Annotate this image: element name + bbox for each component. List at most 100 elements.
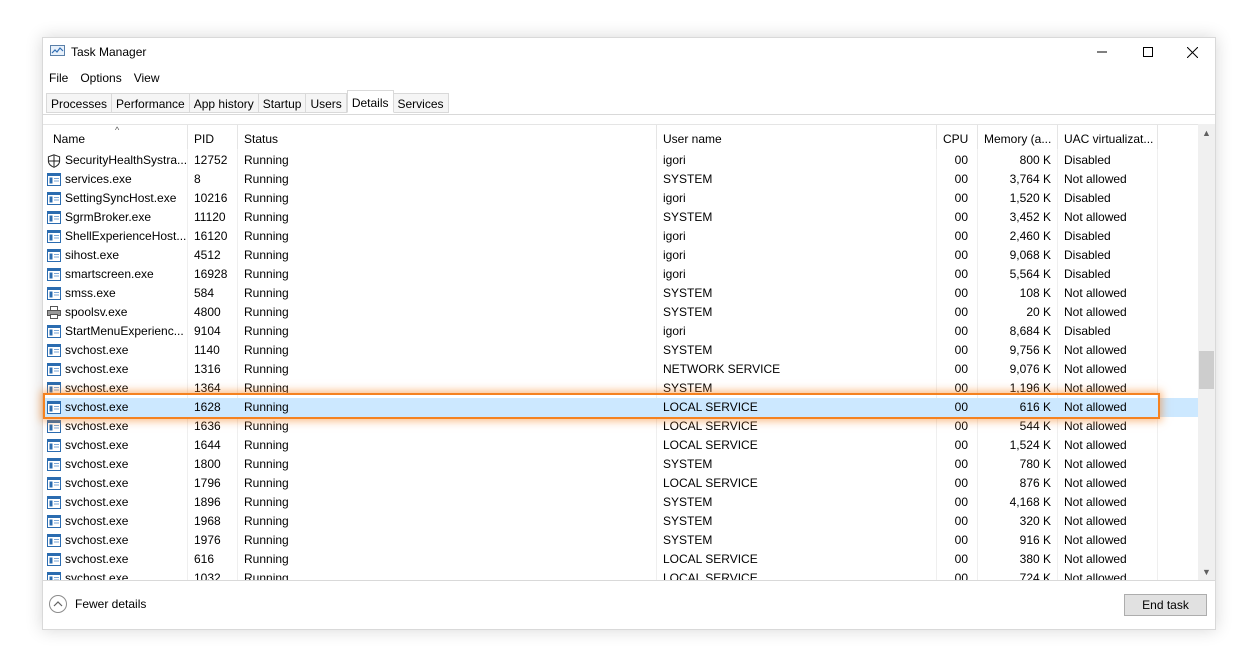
cell-cpu: 00	[954, 191, 968, 205]
table-body: SecurityHealthSystra... 12752 Running igori…	[43, 151, 1198, 581]
column-header-cpu[interactable]: CPU	[937, 125, 978, 149]
close-button[interactable]	[1169, 38, 1215, 66]
table-row[interactable]: svchost.exe 616 Running LOCAL SERVICE 00 380 …	[43, 550, 1198, 569]
cell-pid: 8	[194, 172, 201, 186]
table-row[interactable]: svchost.exe 1968 Running SYSTEM 00 320 K Not a…	[43, 512, 1198, 531]
table-row[interactable]: svchost.exe 1140 Running SYSTEM 00 9,756 K Not…	[43, 341, 1198, 360]
cell-pid: 1644	[194, 438, 221, 452]
table-row[interactable]: SettingSyncHost.exe 10216 Running igori 00 1,…	[43, 189, 1198, 208]
cell-pid: 16120	[194, 229, 228, 243]
cell-pid: 16928	[194, 267, 228, 281]
tab-startup[interactable]: Startup	[258, 93, 307, 113]
cell-pid: 1316	[194, 362, 221, 376]
maximize-icon	[1143, 47, 1153, 57]
cell-name: svchost.exe	[65, 400, 129, 414]
column-header-user-name[interactable]: User name	[657, 125, 937, 149]
cell-cpu: 00	[954, 229, 968, 243]
table-row[interactable]: svchost.exe 1976 Running SYSTEM 00 916 K Not a…	[43, 531, 1198, 550]
column-header-memory[interactable]: Memory (a...	[978, 125, 1058, 149]
end-task-button[interactable]: End task	[1124, 594, 1207, 616]
cell-pid: 4800	[194, 305, 221, 319]
cell-name: spoolsv.exe	[65, 305, 128, 319]
cell-pid: 616	[194, 552, 215, 566]
table-row[interactable]: svchost.exe 1316 Running NETWORK SERVICE 00 9…	[43, 360, 1198, 379]
tab-users[interactable]: Users	[306, 93, 347, 113]
cell-memory: 380 K	[1019, 552, 1051, 566]
cell-cpu: 00	[954, 343, 968, 357]
title-bar[interactable]: Task Manager	[43, 38, 1215, 66]
cell-pid: 12752	[194, 153, 228, 167]
cell-cpu: 00	[954, 286, 968, 300]
cell-memory: 876 K	[1019, 476, 1051, 490]
table-header: ^ Name PID Status User name CPU Memory (…	[43, 125, 1198, 149]
cell-memory: 2,460 K	[1009, 229, 1051, 243]
cell-status: Running	[244, 438, 289, 452]
table-row[interactable]: svchost.exe 1628 Running LOCAL SERVICE 00 616…	[43, 398, 1198, 417]
cell-cpu: 00	[954, 400, 968, 414]
menu-options[interactable]: Options	[74, 68, 127, 88]
table-row[interactable]: svchost.exe 1644 Running LOCAL SERVICE 00 1,5…	[43, 436, 1198, 455]
table-row[interactable]: sihost.exe 4512 Running igori 00 9,068 K Disab…	[43, 246, 1198, 265]
table-row[interactable]: SgrmBroker.exe 11120 Running SYSTEM 00 3,452 …	[43, 208, 1198, 227]
table-row[interactable]: spoolsv.exe 4800 Running SYSTEM 00 20 K Not al…	[43, 303, 1198, 322]
maximize-button[interactable]	[1125, 38, 1171, 66]
cell-name: svchost.exe	[65, 533, 129, 547]
table-row[interactable]: svchost.exe 1796 Running LOCAL SERVICE 00 876…	[43, 474, 1198, 493]
cell-name: SecurityHealthSystra...	[65, 153, 187, 167]
table-row[interactable]: services.exe 8 Running SYSTEM 00 3,764 K Not a…	[43, 170, 1198, 189]
cell-name: SgrmBroker.exe	[65, 210, 152, 224]
column-header-name[interactable]: ^ Name	[47, 125, 188, 149]
column-header-pid[interactable]: PID	[188, 125, 238, 149]
menu-view[interactable]: View	[128, 68, 166, 88]
cell-status: Running	[244, 552, 289, 566]
cell-cpu: 00	[954, 552, 968, 566]
column-header-status[interactable]: Status	[238, 125, 657, 149]
tab-services[interactable]: Services	[393, 93, 449, 113]
scroll-thumb[interactable]	[1199, 351, 1214, 389]
scroll-down-icon[interactable]: ▼	[1198, 563, 1215, 580]
cell-pid: 10216	[194, 191, 228, 205]
column-header-uac[interactable]: UAC virtualizat...	[1058, 125, 1158, 149]
fewer-details-link[interactable]: Fewer details	[49, 595, 146, 613]
cell-status: Running	[244, 172, 289, 186]
cell-name: svchost.exe	[65, 552, 129, 566]
table-row[interactable]: ShellExperienceHost.... 16120 Running igori…	[43, 227, 1198, 246]
minimize-button[interactable]	[1079, 38, 1125, 66]
cell-status: Running	[244, 229, 289, 243]
task-manager-icon	[50, 45, 65, 57]
cell-status: Running	[244, 267, 289, 281]
cell-status: Running	[244, 324, 289, 338]
window-title: Task Manager	[71, 45, 147, 59]
cell-cpu: 00	[954, 381, 968, 395]
table-row[interactable]: smartscreen.exe 16928 Running igori 00 5,564 …	[43, 265, 1198, 284]
scroll-up-icon[interactable]: ▲	[1198, 124, 1215, 141]
cell-uac: Not allowed	[1064, 172, 1127, 186]
footer-bar: Fewer details End task	[43, 580, 1215, 629]
table-row[interactable]: svchost.exe 1364 Running SYSTEM 00 1,196 K Not…	[43, 379, 1198, 398]
table-row[interactable]: smss.exe 584 Running SYSTEM 00 108 K Not allow…	[43, 284, 1198, 303]
tab-app-history[interactable]: App history	[189, 93, 259, 113]
table-row[interactable]: svchost.exe 1636 Running LOCAL SERVICE 00 544…	[43, 417, 1198, 436]
cell-pid: 4512	[194, 248, 221, 262]
cell-uac: Not allowed	[1064, 362, 1127, 376]
cell-memory: 1,520 K	[1009, 191, 1051, 205]
table-row[interactable]: StartMenuExperienc... 9104 Running igori 00 8…	[43, 322, 1198, 341]
table-row[interactable]: SecurityHealthSystra... 12752 Running igori…	[43, 151, 1198, 170]
cell-uac: Not allowed	[1064, 457, 1127, 471]
cell-name: StartMenuExperienc...	[65, 324, 184, 338]
cell-name: smartscreen.exe	[65, 267, 154, 281]
cell-pid: 1636	[194, 419, 221, 433]
table-row[interactable]: svchost.exe 1896 Running SYSTEM 00 4,168 K Not…	[43, 493, 1198, 512]
cell-cpu: 00	[954, 267, 968, 281]
tab-details[interactable]: Details	[346, 90, 394, 113]
table-row[interactable]: svchost.exe 1800 Running SYSTEM 00 780 K Not a…	[43, 455, 1198, 474]
cell-memory: 3,452 K	[1009, 210, 1051, 224]
tab-processes[interactable]: Processes	[46, 93, 113, 113]
cell-name: svchost.exe	[65, 495, 129, 509]
cell-memory: 1,196 K	[1009, 381, 1051, 395]
menu-file[interactable]: File	[43, 68, 74, 88]
tab-performance[interactable]: Performance	[112, 93, 190, 113]
cell-user: LOCAL SERVICE	[663, 419, 758, 433]
cell-user: SYSTEM	[663, 514, 713, 528]
vertical-scrollbar[interactable]: ▲ ▼	[1198, 124, 1215, 580]
